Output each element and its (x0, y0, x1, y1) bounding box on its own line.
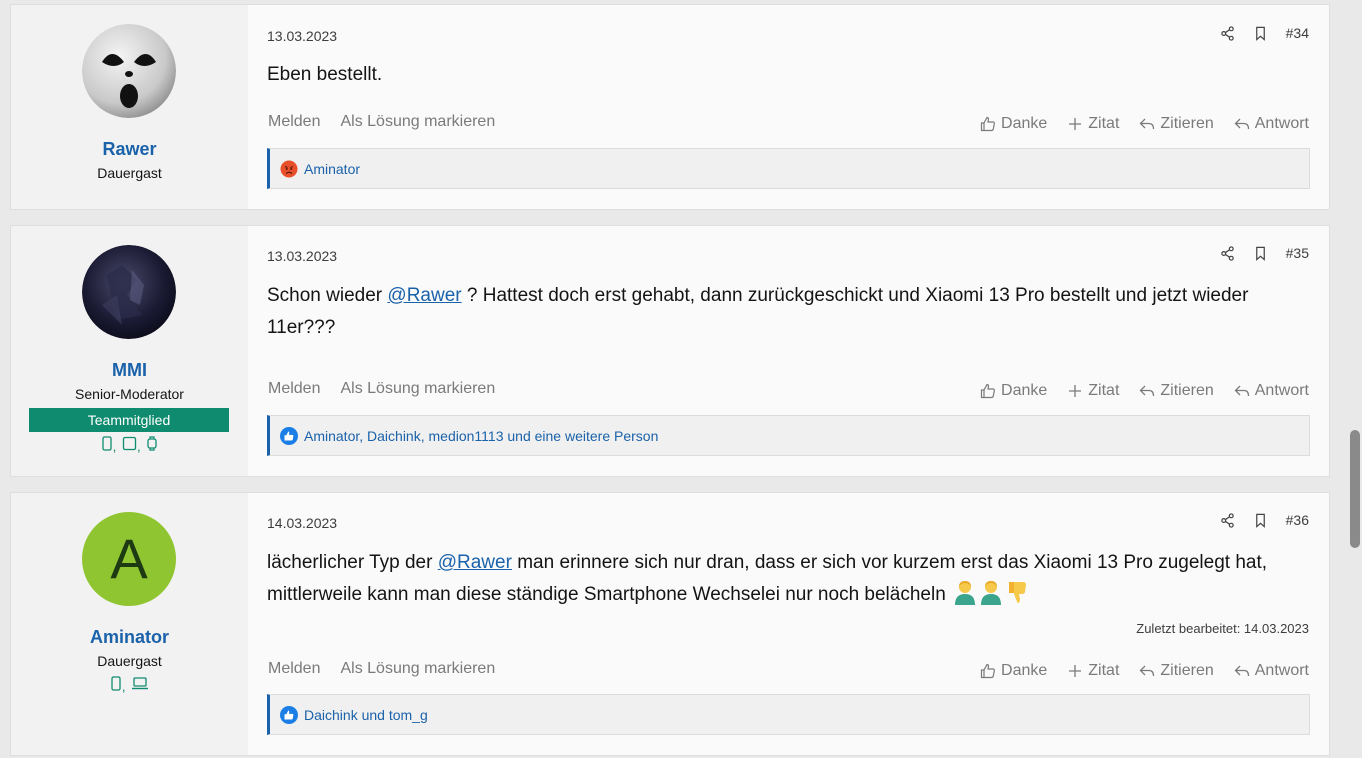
reply-icon (1139, 385, 1155, 397)
post-main: 14.03.2023 #36 lächerlicher Typ der @Raw… (248, 493, 1329, 755)
username[interactable]: MMI (11, 360, 248, 381)
person-shrug-emoji-icon (979, 579, 1003, 616)
user-title: Senior-Moderator (75, 386, 184, 402)
mark-solution-link[interactable]: Als Lösung markieren (340, 113, 495, 131)
edited-note: Zuletzt bearbeitet: 14.03.2023 (1136, 621, 1309, 636)
plus-icon (1069, 665, 1082, 677)
post-actions-left: Melden Als Lösung markieren (268, 113, 495, 131)
share-icon[interactable] (1220, 245, 1235, 261)
reply-button[interactable]: Antwort (1234, 662, 1309, 680)
laptop-icon (131, 676, 149, 694)
quote-button[interactable]: Zitieren (1139, 115, 1214, 133)
share-icon[interactable] (1220, 25, 1235, 41)
post-actions-left: Melden Als Lösung markieren (268, 660, 495, 678)
report-link[interactable]: Melden (268, 660, 320, 678)
like-button[interactable]: Danke (980, 662, 1047, 680)
post-date[interactable]: 14.03.2023 (267, 515, 337, 531)
post-actions-right: Danke Zitat Zitieren Antwort (980, 382, 1309, 400)
post-actions-left: Melden Als Lösung markieren (268, 380, 495, 398)
reply-button[interactable]: Antwort (1234, 115, 1309, 133)
quote-add-button[interactable]: Zitat (1067, 115, 1119, 133)
team-member-banner: Teammitglied (29, 408, 229, 432)
plus-icon (1069, 118, 1082, 130)
bookmark-icon[interactable] (1253, 26, 1268, 41)
reactions-text[interactable]: Aminator (304, 161, 360, 177)
user-panel: A Aminator Dauergast , (11, 493, 248, 755)
like-button[interactable]: Danke (980, 382, 1047, 400)
device-icons: , , (11, 436, 248, 454)
user-title: Dauergast (97, 165, 162, 181)
post-body: Schon wieder @Rawer ? Hattest doch erst … (267, 280, 1309, 344)
quote-button[interactable]: Zitieren (1139, 382, 1214, 400)
reactions-text[interactable]: Aminator, Daichink, medion1113 und eine … (304, 428, 658, 444)
user-mention[interactable]: @Rawer (438, 552, 512, 573)
post-body: Eben bestellt. (267, 64, 383, 85)
user-panel: MMI Senior-Moderator Teammitglied , , (11, 226, 248, 476)
mark-solution-link[interactable]: Als Lösung markieren (340, 660, 495, 678)
post-number[interactable]: #36 (1286, 512, 1309, 528)
reply-icon (1234, 665, 1249, 677)
thumbs-up-icon (980, 116, 995, 132)
angry-emoji-icon (280, 160, 298, 178)
thumbs-up-icon (980, 663, 995, 679)
report-link[interactable]: Melden (268, 113, 320, 131)
post-date[interactable]: 13.03.2023 (267, 28, 337, 44)
bookmark-icon[interactable] (1253, 513, 1268, 528)
scrollbar-thumb[interactable] (1350, 430, 1360, 548)
post-36: A Aminator Dauergast , 14.03.2023 #36 lä… (10, 492, 1330, 756)
tablet-icon (122, 436, 137, 454)
reactions-bar[interactable]: Aminator, Daichink, medion1113 und eine … (267, 415, 1310, 456)
post-number[interactable]: #35 (1286, 245, 1309, 261)
post-number[interactable]: #34 (1286, 25, 1309, 41)
username[interactable]: Aminator (11, 627, 248, 648)
plus-icon (1069, 385, 1082, 397)
avatar[interactable] (82, 245, 176, 339)
post-main: 13.03.2023 #34 Eben bestellt. Melden Als… (248, 5, 1329, 209)
reply-icon (1139, 118, 1155, 130)
reply-icon (1234, 118, 1249, 130)
bookmark-icon[interactable] (1253, 246, 1268, 261)
avatar[interactable]: A (82, 512, 176, 606)
post-date[interactable]: 13.03.2023 (267, 248, 337, 264)
reactions-text[interactable]: Daichink und tom_g (304, 707, 428, 723)
username[interactable]: Rawer (11, 139, 248, 160)
quote-add-button[interactable]: Zitat (1067, 662, 1119, 680)
avatar[interactable] (82, 24, 176, 118)
post-tools: #35 (1220, 245, 1309, 261)
post-actions-right: Danke Zitat Zitieren Antwort (980, 115, 1309, 133)
reactions-bar[interactable]: Aminator (267, 148, 1310, 189)
thumbs-up-icon (980, 383, 995, 399)
reply-icon (1234, 385, 1249, 397)
person-shrug-emoji-icon (953, 579, 977, 616)
device-icons: , (11, 676, 248, 694)
like-reaction-icon (280, 705, 298, 724)
user-title: Dauergast (97, 653, 162, 669)
body-text-start: lächerlicher Typ der (267, 552, 438, 573)
post-35: MMI Senior-Moderator Teammitglied , , 13… (10, 225, 1330, 477)
phone-icon (101, 436, 113, 454)
like-button[interactable]: Danke (980, 115, 1047, 133)
post-tools: #36 (1220, 512, 1309, 528)
share-icon[interactable] (1220, 512, 1235, 528)
report-link[interactable]: Melden (268, 380, 320, 398)
quote-button[interactable]: Zitieren (1139, 662, 1214, 680)
quote-add-button[interactable]: Zitat (1067, 382, 1119, 400)
watch-icon (146, 436, 158, 454)
reply-button[interactable]: Antwort (1234, 382, 1309, 400)
like-reaction-icon (280, 426, 298, 445)
user-mention[interactable]: @Rawer (387, 285, 461, 306)
reactions-bar[interactable]: Daichink und tom_g (267, 694, 1310, 735)
post-tools: #34 (1220, 25, 1309, 41)
user-panel: Rawer Dauergast (11, 5, 248, 209)
body-text-start: Schon wieder (267, 285, 388, 306)
post-body: lächerlicher Typ der @Rawer man erinnere… (267, 547, 1309, 616)
post-34: Rawer Dauergast 13.03.2023 #34 Eben best… (10, 4, 1330, 210)
post-actions-right: Danke Zitat Zitieren Antwort (980, 662, 1309, 680)
mark-solution-link[interactable]: Als Lösung markieren (340, 380, 495, 398)
thumbs-down-emoji-icon (1005, 579, 1029, 616)
reply-icon (1139, 665, 1155, 677)
phone-icon (110, 676, 122, 694)
post-main: 13.03.2023 #35 Schon wieder @Rawer ? Hat… (248, 226, 1329, 476)
